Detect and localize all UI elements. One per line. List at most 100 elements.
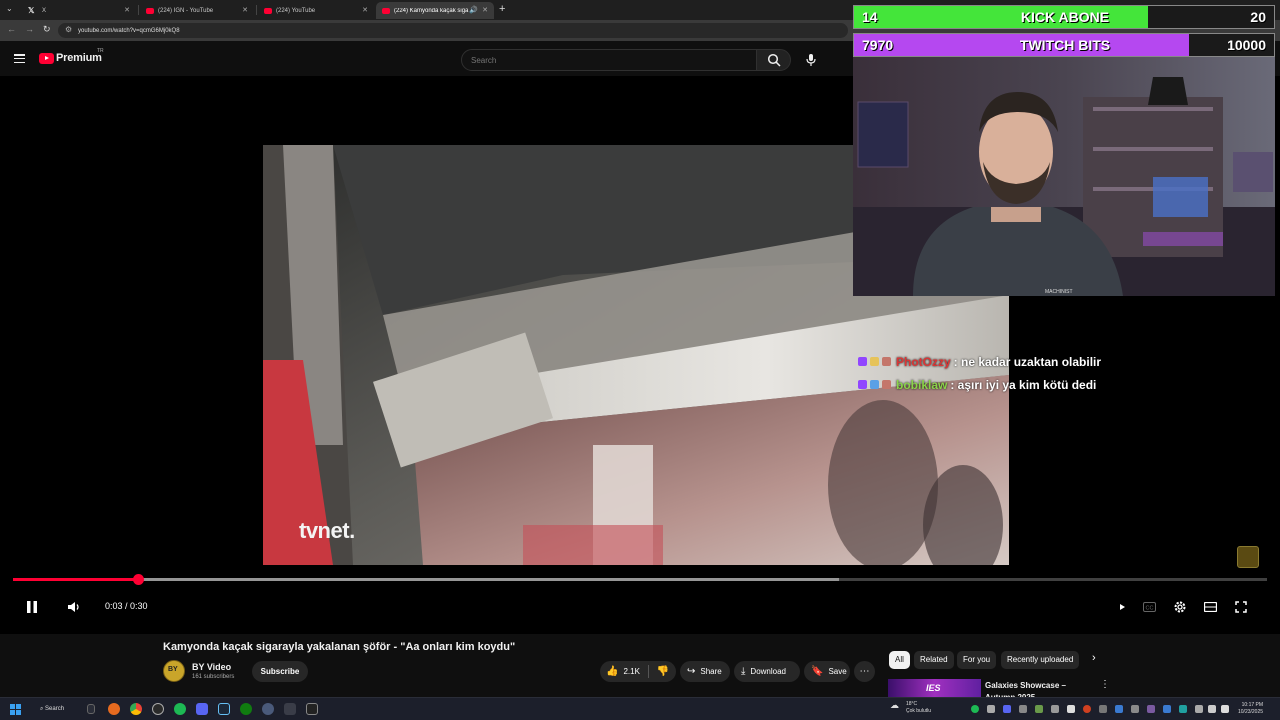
voice-search-button[interactable] [800, 50, 820, 70]
youtube-premium-logo[interactable]: Premium TR [39, 48, 104, 64]
tab-label: X [42, 7, 47, 14]
speaker-icon[interactable]: 🔊 [469, 6, 478, 14]
theater-mode-icon[interactable] [1204, 602, 1217, 612]
search-button[interactable] [756, 49, 791, 71]
tab-x[interactable]: 𝕏 X ✕ [22, 2, 136, 19]
network-icon[interactable] [1195, 705, 1203, 713]
bluetooth-icon[interactable] [1163, 705, 1171, 713]
logo-text: Premium [56, 52, 102, 64]
more-actions-button[interactable]: ⋯ [854, 661, 875, 682]
tray-app-icon[interactable] [1051, 705, 1059, 713]
tray-app-icon[interactable] [1131, 705, 1139, 713]
chat-message: bobiklaw : aşırı iyi ya kim kötü dedi [858, 373, 1101, 396]
chips-next-chevron-icon[interactable]: › [1092, 652, 1096, 664]
scrubber-handle[interactable] [133, 574, 144, 585]
tray-app-icon[interactable] [1115, 705, 1123, 713]
chip-recently-uploaded[interactable]: Recently uploaded [1001, 651, 1080, 669]
more-vertical-icon[interactable]: ⋮ [1100, 679, 1110, 690]
prime-badge-icon [858, 380, 867, 389]
settings-icon[interactable] [262, 703, 274, 715]
back-arrow-icon[interactable]: ← [7, 24, 16, 34]
goal-bar-kick: 14 KICK ABONE 20 [853, 5, 1275, 29]
discord-icon[interactable] [196, 703, 208, 715]
chip-for-you[interactable]: For you [957, 651, 997, 669]
fullscreen-icon[interactable] [1235, 601, 1247, 613]
steam-icon[interactable] [218, 703, 230, 715]
windows-start-icon[interactable] [10, 704, 21, 715]
logo-country: TR [97, 48, 104, 54]
tray-app-icon[interactable] [1019, 705, 1027, 713]
firefox-icon[interactable] [108, 703, 120, 715]
search-input[interactable] [461, 49, 757, 71]
tab-kamyonda-video[interactable]: (224) Kamyonda kaçak siga 🔊 ✕ [376, 2, 494, 19]
chrome-icon[interactable] [130, 703, 142, 715]
weather-widget[interactable]: 18°C Çok bulutlu ☁ [890, 701, 931, 715]
app-icon[interactable] [284, 703, 296, 715]
sub-badge-icon [870, 380, 879, 389]
url-field[interactable]: ⚙ youtube.com/watch?v=qcmG6Mj0kQ8 [58, 23, 848, 38]
share-button[interactable]: ↪ Share [680, 661, 730, 682]
close-icon[interactable]: ✕ [124, 6, 130, 14]
volume-icon[interactable] [67, 601, 81, 613]
thumbs-up-icon: 👍 [606, 666, 619, 677]
channel-watermark[interactable] [1237, 546, 1259, 568]
tray-app-icon[interactable] [1099, 705, 1107, 713]
reload-icon[interactable]: ↻ [43, 24, 51, 35]
settings-gear-icon[interactable] [1173, 600, 1187, 614]
volume-tray-icon[interactable] [1221, 705, 1229, 713]
like-dislike-group: 👍 2.1K 👎 [600, 661, 676, 682]
youtube-play-icon [39, 52, 54, 64]
taskbar-search[interactable]: ⌕ Search [33, 702, 78, 716]
tray-app-icon[interactable] [1067, 705, 1075, 713]
goal-name: TWITCH BITS [1019, 37, 1111, 53]
tab-youtube[interactable]: (224) YouTube ✕ [258, 2, 374, 19]
autoplay-icon[interactable] [1118, 603, 1126, 611]
chat-username: bobiklaw [896, 377, 948, 392]
chip-related[interactable]: Related [914, 651, 954, 669]
chat-overlay: PhotOzzy : ne kadar uzaktan olabilir bob… [858, 350, 1101, 396]
tab-ign-youtube[interactable]: (224) IGN - YouTube ✕ [140, 2, 254, 19]
weather-cloud-icon: ☁ [890, 700, 899, 710]
tray-app-icon[interactable] [1083, 705, 1091, 713]
share-arrow-icon: ↪ [687, 666, 696, 677]
dislike-button[interactable]: 👎 [657, 666, 674, 677]
taskbar-clock[interactable]: 10:17 PM 10/23/2025 [1238, 702, 1263, 716]
channel-avatar[interactable]: BY [163, 660, 185, 682]
tab-label: (224) IGN - YouTube [158, 7, 214, 14]
spotify-icon[interactable] [174, 703, 186, 715]
webcam-image: MACHINIST [853, 57, 1275, 296]
tray-app-icon[interactable] [987, 705, 995, 713]
obs-icon[interactable] [152, 703, 164, 715]
recommended-video-thumbnail[interactable]: IES [888, 679, 981, 697]
new-tab-button[interactable]: + [499, 3, 505, 15]
tray-app-icon[interactable] [1147, 705, 1155, 713]
task-view-icon[interactable] [87, 704, 95, 714]
close-icon[interactable]: ✕ [362, 6, 368, 14]
tab-search-chevron-icon[interactable]: ⌄ [6, 4, 13, 13]
search-icon: ⌕ [40, 706, 44, 712]
like-button[interactable]: 👍 2.1K [600, 666, 640, 677]
wifi-icon[interactable] [1208, 705, 1216, 713]
pause-icon[interactable] [25, 600, 39, 614]
youtube-icon [146, 7, 154, 14]
close-icon[interactable]: ✕ [482, 6, 488, 14]
chat-message: PhotOzzy : ne kadar uzaktan olabilir [858, 350, 1101, 373]
tray-app-icon[interactable] [1179, 705, 1187, 713]
subscribe-button[interactable]: Subscribe [252, 661, 308, 682]
emote-badge-icon [882, 357, 891, 366]
close-icon[interactable]: ✕ [242, 6, 248, 14]
tray-app-icon[interactable] [971, 705, 979, 713]
url-text: youtube.com/watch?v=qcmG6Mj0kQ8 [78, 27, 180, 34]
chip-all[interactable]: All [889, 651, 910, 669]
tray-app-icon[interactable] [1003, 705, 1011, 713]
tray-app-icon[interactable] [1035, 705, 1043, 713]
site-info-icon[interactable]: ⚙ [65, 25, 72, 34]
terminal-icon[interactable] [306, 703, 318, 715]
xbox-icon[interactable] [240, 703, 252, 715]
channel-name[interactable]: BY Video [192, 662, 231, 672]
menu-icon[interactable] [14, 54, 25, 64]
download-button[interactable]: ⤓ Download [734, 661, 800, 682]
forward-arrow-icon[interactable]: → [25, 24, 34, 34]
captions-icon[interactable]: CC [1143, 602, 1156, 612]
save-button[interactable]: 🔖 Save [804, 661, 850, 682]
